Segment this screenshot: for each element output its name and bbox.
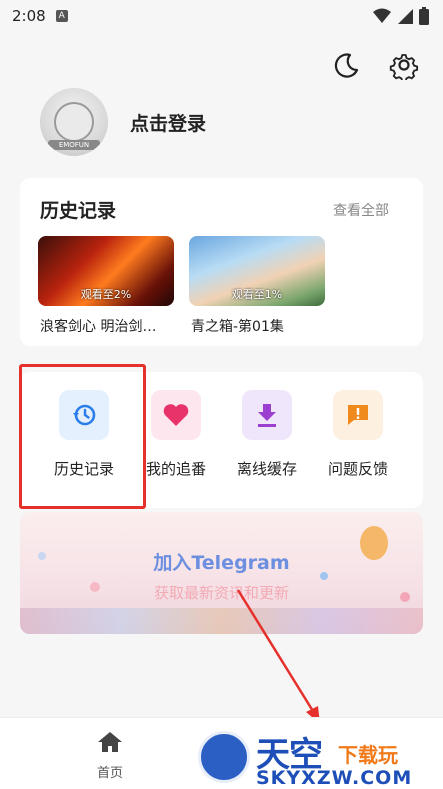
nav-home[interactable]: 首页	[88, 730, 132, 781]
nav-home-label: 首页	[96, 766, 123, 781]
home-icon	[98, 732, 122, 752]
site-watermark: 天空 下载玩 SKYXZW.COM	[192, 727, 443, 789]
watermark-logo-icon	[198, 731, 250, 783]
watermark-url: SKYXZW.COM	[256, 767, 413, 789]
watermark-brand-sub: 下载玩	[338, 743, 398, 767]
annotation-arrow	[236, 589, 320, 724]
